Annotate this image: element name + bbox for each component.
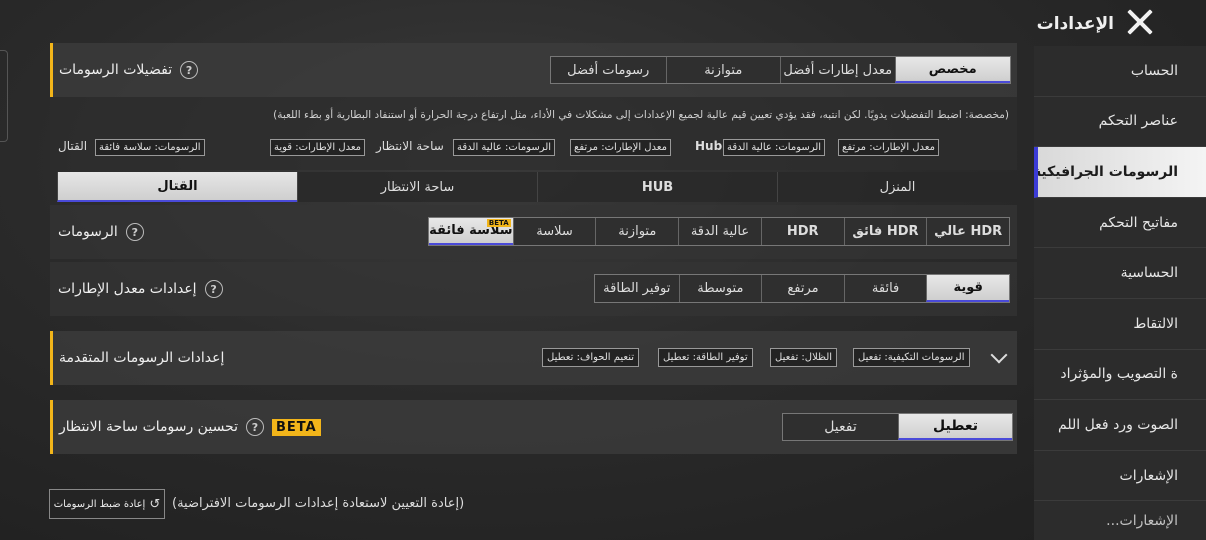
scene-tabs: المنزل HUB ساحة الانتظار القتال [57,172,1017,202]
sidebar-item-label: الرسومات الجرافيكية [1034,163,1178,180]
graphics-row: الرسومات ? عالي HDR فائق HDR HDR عالية ا… [50,205,1017,259]
gfx-option-balanced[interactable]: متوازنة [595,218,678,245]
adaptive-graphics-chip: الرسومات التكيفية: تفعيل [853,348,970,367]
battle-fps-chip: معدل الإطارات: قوية [270,139,366,156]
gfx-option-smooth[interactable]: سلاسة [512,218,596,245]
sidebar-item-more[interactable]: ...الإشعارات [1034,501,1206,540]
help-icon[interactable]: ? [180,61,199,79]
pref-option-quality[interactable]: رسومات أفضل [551,57,666,83]
pref-option-fps[interactable]: معدل إطارات أفضل [780,57,895,83]
gfx-option-hdr[interactable]: HDR [760,218,844,245]
lobby-optimization-row: تحسين رسومات ساحة الانتظار ? BETA تعطيل … [50,400,1017,454]
sidebar-item-controls[interactable]: عناصر التحكم [1034,97,1206,148]
battle-gfx-chip: الرسومات: سلاسة فائقة [95,139,205,156]
page-title: الإعدادات [1036,14,1114,34]
fps-label-group: إعدادات معدل الإطارات ? [58,262,223,316]
help-icon[interactable]: ? [246,418,264,436]
sidebar-item-label: الإشعارات [1119,467,1178,484]
sidebar-item-label: مفاتيح التحكم [1099,214,1178,231]
advanced-row[interactable]: إعدادات الرسومات المتقدمة الرسومات التكي… [50,331,1017,385]
help-icon[interactable]: ? [204,280,223,298]
sidebar-item-label: الصوت ورد فعل اللم [1058,416,1178,433]
close-icon[interactable] [1124,6,1156,38]
fps-option-strong[interactable]: قوية [926,275,1009,302]
battle-label: القتال [58,139,88,153]
fps-row: إعدادات معدل الإطارات ? قوية فائقة مرتفع… [50,262,1017,316]
lobby-optimization-label: تحسين رسومات ساحة الانتظار [59,419,238,435]
sidebar-item-keys[interactable]: مفاتيح التحكم [1034,198,1206,249]
graphics-label: الرسومات [58,224,118,240]
reset-note: (إعادة التعيين لاستعادة إعدادات الرسومات… [172,496,465,511]
sidebar-item-account[interactable]: الحساب [1034,46,1206,97]
graphics-label-group: الرسومات ? [58,205,144,259]
sidebar: الحساب عناصر التحكم الرسومات الجرافيكية … [1034,46,1206,540]
fps-option-high[interactable]: مرتفع [761,275,844,302]
lobby-optimization-label-group: تحسين رسومات ساحة الانتظار ? BETA [59,400,321,454]
sidebar-item-aim-effects[interactable]: ة التصويب والمؤثراد [1034,350,1206,401]
help-icon[interactable]: ? [125,223,144,241]
graphics-selector: عالي HDR فائق HDR HDR عالية الدقة متوازن… [428,217,1010,246]
fps-label: إعدادات معدل الإطارات [58,281,197,297]
fps-option-medium[interactable]: متوسطة [678,275,762,302]
hub-gfx-chip: الرسومات: عالية الدقة [723,139,826,156]
preferences-label-group: تفضيلات الرسومات ? [59,43,199,97]
lobby-optimization-selector: تعطيل تفعيل [782,413,1013,441]
fps-option-power-saving[interactable]: توفير الطاقة [595,275,679,302]
anti-aliasing-chip: تنعيم الحواف: تعطيل [542,348,640,367]
hub-fps-chip: معدل الإطارات: مرتفع [838,139,939,156]
tab-lobby[interactable]: ساحة الانتظار [297,172,537,202]
preferences-label: تفضيلات الرسومات [59,62,173,78]
beta-badge: BETA [486,219,511,227]
gfx-option-ultra-smooth[interactable]: سلاسة فائقة BETA [428,218,513,245]
pref-option-custom[interactable]: مخصص [894,57,1010,83]
reset-graphics-button[interactable]: إعادة ضبط الرسومات ↺ [49,489,165,519]
gfx-option-hdr-ultra[interactable]: فائق HDR [843,218,927,245]
left-edge-tab[interactable] [0,50,8,142]
shadows-chip: الظلال: تفعيل [770,348,838,367]
reset-graphics-button-label: إعادة ضبط الرسومات [53,498,146,510]
advanced-label: إعدادات الرسومات المتقدمة [59,350,225,366]
lobby-opt-enable[interactable]: تفعيل [783,414,898,440]
sidebar-item-notifications[interactable]: الإشعارات [1034,451,1206,502]
sidebar-item-label: ة التصويب والمؤثراد [1060,366,1178,383]
chevron-down-icon[interactable] [990,346,1008,364]
preferences-row: تفضيلات الرسومات ? مخصص معدل إطارات أفضل… [50,43,1017,97]
tab-home[interactable]: المنزل [777,172,1017,202]
sidebar-item-audio[interactable]: الصوت ورد فعل اللم [1034,400,1206,451]
gfx-option-hd[interactable]: عالية الدقة [678,218,761,245]
sidebar-item-label: عناصر التحكم [1098,113,1178,130]
preferences-selector: مخصص معدل إطارات أفضل متوازنة رسومات أفض… [550,56,1011,84]
beta-badge: BETA [272,418,321,436]
power-saving-chip: توفير الطاقة: تعطيل [658,348,753,367]
sidebar-item-label: الالتقاط [1133,315,1178,332]
fps-option-ultra[interactable]: فائقة [843,275,927,302]
pref-option-balanced[interactable]: متوازنة [665,57,781,83]
sidebar-item-label: الحساسية [1120,265,1178,282]
sidebar-item-graphics[interactable]: الرسومات الجرافيكية [1034,147,1206,198]
gfx-option-hdr-high[interactable]: عالي HDR [926,218,1009,245]
sidebar-item-label: الحساب [1130,62,1178,79]
reset-icon: ↺ [149,496,161,512]
sidebar-item-pickup[interactable]: الالتقاط [1034,299,1206,350]
fps-selector: قوية فائقة مرتفع متوسطة توفير الطاقة [594,274,1010,303]
sidebar-item-sensitivity[interactable]: الحساسية [1034,248,1206,299]
tab-hub[interactable]: HUB [537,172,777,202]
info-panel: (مخصصة: اضبط التفضيلات يدويًا. لكن انتبه… [50,97,1017,170]
hub-label: Hub [695,139,723,153]
lobby-label: ساحة الانتظار [376,139,444,153]
lobby-fps-chip: معدل الإطارات: مرتفع [570,139,671,156]
tab-battle[interactable]: القتال [57,172,297,202]
lobby-opt-disable[interactable]: تعطيل [897,414,1012,440]
sidebar-item-label: ...الإشعارات [1106,512,1178,529]
lobby-gfx-chip: الرسومات: عالية الدقة [453,139,556,156]
custom-info-text: (مخصصة: اضبط التفضيلات يدويًا. لكن انتبه… [273,109,1009,121]
